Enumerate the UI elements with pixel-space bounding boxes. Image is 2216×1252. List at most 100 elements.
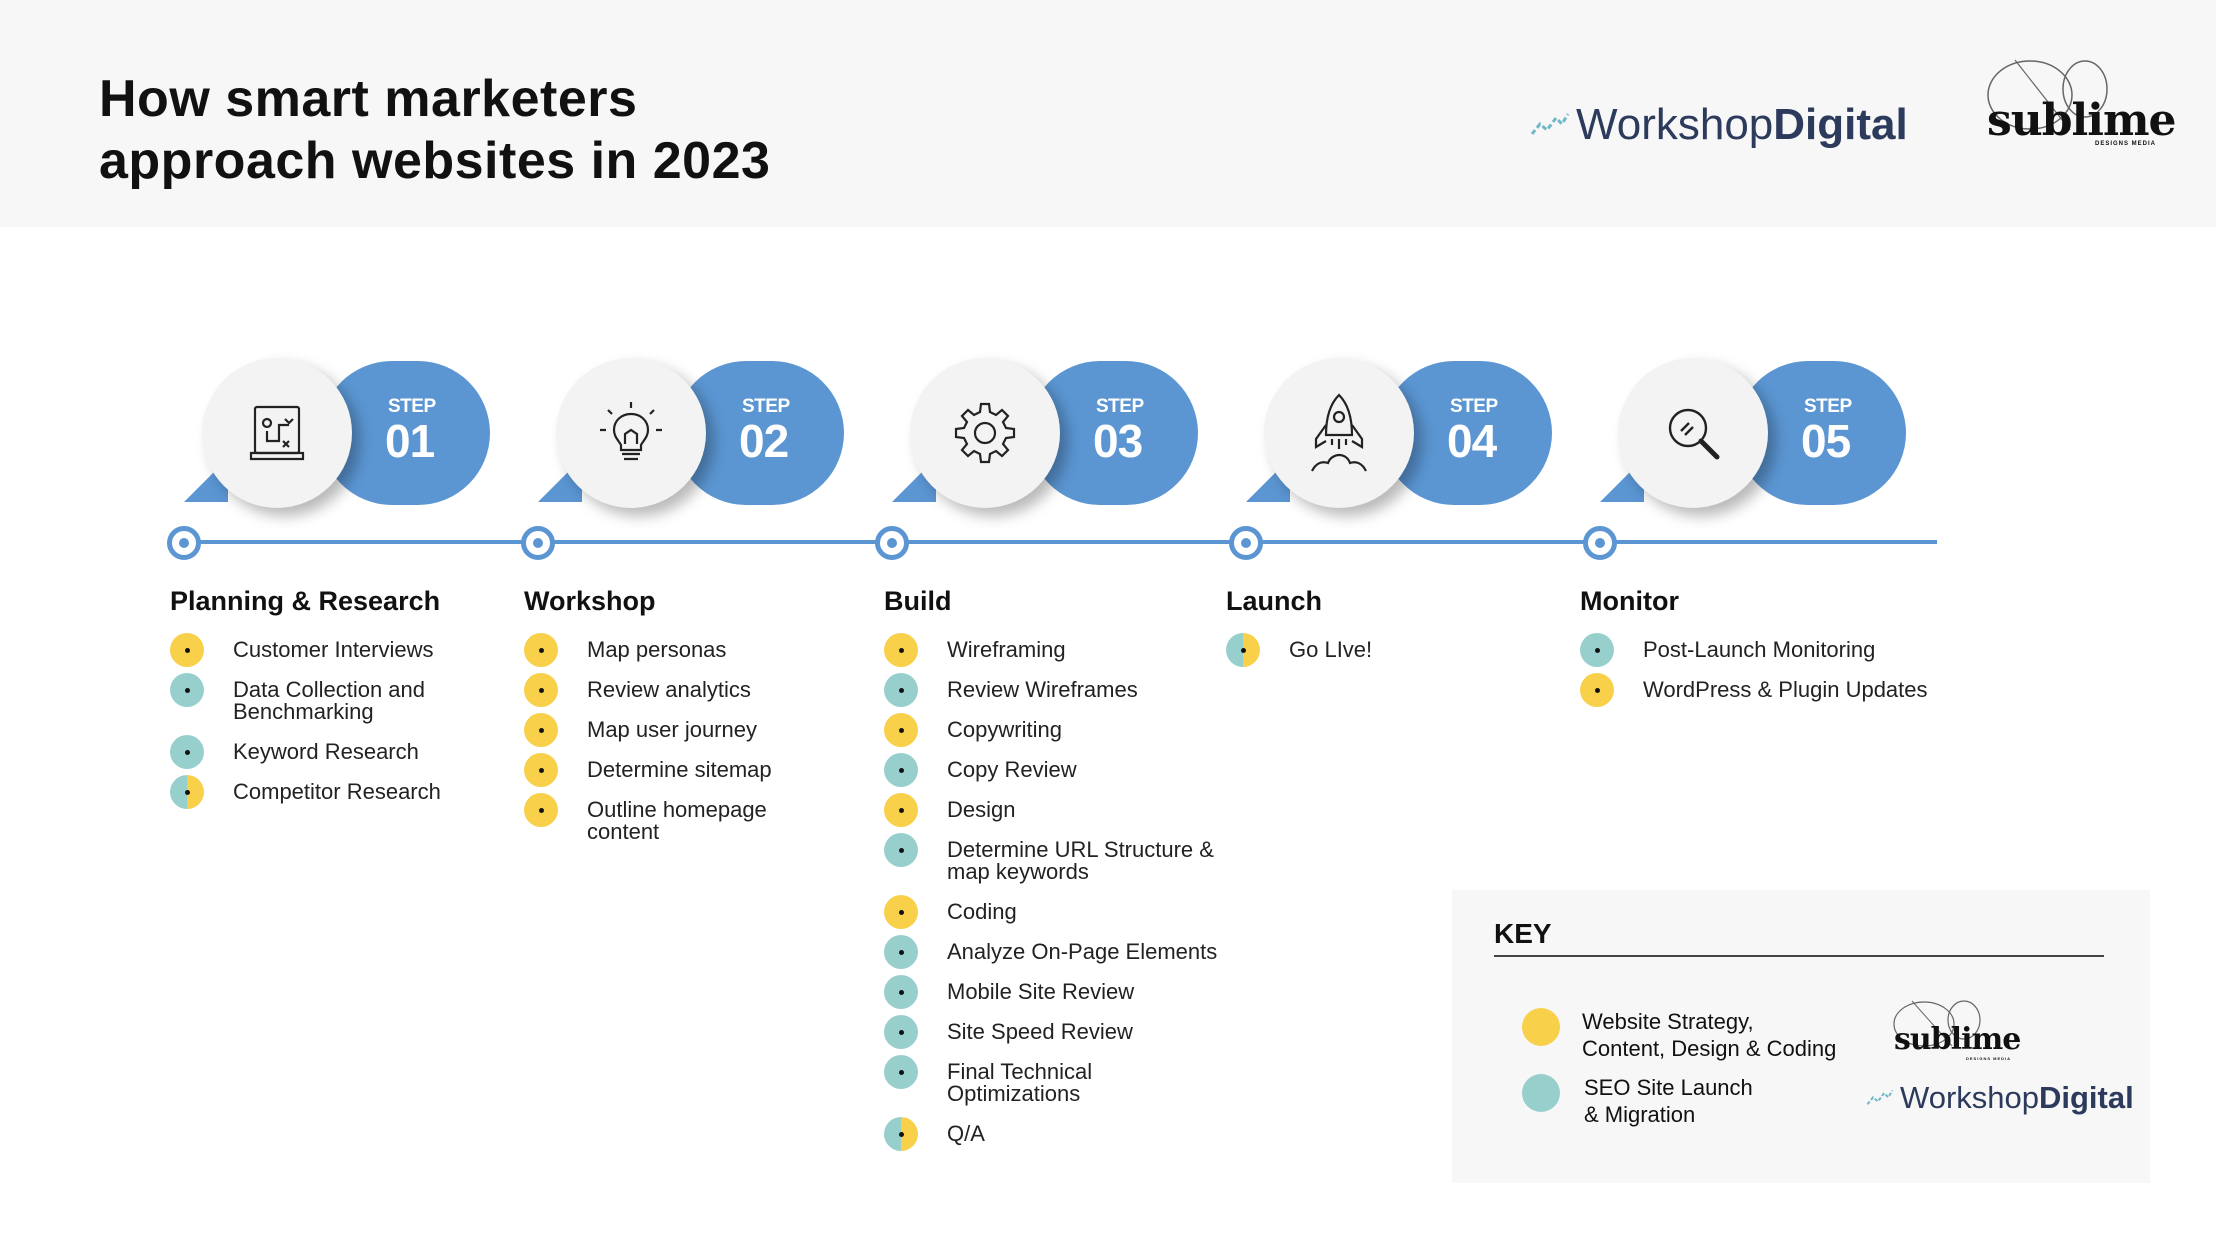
workshop-logo-text-2: Digital	[1773, 100, 1908, 149]
item-text: Q/A	[947, 1121, 985, 1146]
item-text-2: Benchmarking	[233, 699, 374, 724]
column-title: Workshop	[524, 586, 656, 616]
yellow-dot-icon	[884, 793, 918, 827]
timeline-node	[521, 526, 555, 560]
item-text: Coding	[947, 899, 1017, 924]
key-title: KEY	[1494, 918, 1552, 949]
item-text: Copy Review	[947, 757, 1077, 782]
list-item: Determine URL Structure & map keywords	[884, 833, 1217, 884]
item-text: Site Speed Review	[947, 1019, 1133, 1044]
step-05-badge: STEP 05	[1583, 358, 1916, 560]
column-planning-research: Planning & Research Customer Interviews …	[170, 586, 441, 821]
yellow-dot-icon	[1522, 1008, 1560, 1046]
yellow-dot-icon	[884, 895, 918, 929]
item-text: Review analytics	[587, 677, 751, 702]
yellow-dot-icon	[170, 633, 204, 667]
column-workshop: Workshop Map personas Review analytics M…	[524, 586, 772, 861]
list-item: Review Wireframes	[884, 673, 1217, 707]
item-text-2: Optimizations	[947, 1081, 1081, 1106]
column-title: Planning & Research	[170, 586, 441, 616]
key-row-1-line-1: Website Strategy,	[1582, 1009, 1754, 1034]
list-item: Design	[884, 793, 1217, 827]
teal-dot-icon	[170, 673, 204, 707]
list-item: Outline homepage content	[524, 793, 772, 843]
list-item: Copy Review	[884, 753, 1217, 787]
teal-dot-icon	[884, 1015, 918, 1049]
step-number: 04	[1447, 415, 1497, 467]
list-item: Coding	[884, 895, 1217, 929]
lightbulb-icon	[600, 402, 662, 461]
task-list: Post-Launch Monitoring WordPress & Plugi…	[1580, 633, 1928, 707]
sublime-logo-word: sublime	[1987, 95, 2177, 146]
step-number: 02	[739, 415, 789, 467]
column-title: Monitor	[1580, 586, 1679, 616]
teal-dot-icon	[884, 673, 918, 707]
item-text: Determine sitemap	[587, 757, 772, 782]
item-text: Map personas	[587, 637, 727, 662]
step-number: 05	[1801, 415, 1851, 467]
item-text: Post-Launch Monitoring	[1643, 637, 1876, 662]
sublime-logo-tag: DESIGNS MEDIA	[1966, 1056, 2012, 1061]
teal-dot-icon	[884, 1055, 918, 1089]
column-launch: Launch Go LIve!	[1226, 586, 1372, 679]
item-text: Review Wireframes	[947, 677, 1138, 702]
yellow-dot-icon	[524, 793, 558, 827]
yellow-dot-icon	[884, 713, 918, 747]
list-item: Wireframing	[884, 633, 1217, 667]
item-text-2: map keywords	[947, 859, 1089, 884]
sublime-logo-word: sublime	[1894, 1022, 2021, 1057]
teal-dot-icon	[884, 935, 918, 969]
list-item: Final Technical Optimizations	[884, 1055, 1217, 1106]
task-list: Map personas Review analytics Map user j…	[524, 633, 772, 843]
list-item: Map personas	[524, 633, 772, 667]
step-icon-circle	[1264, 358, 1414, 508]
list-item: Map user journey	[524, 713, 772, 747]
list-item: Post-Launch Monitoring	[1580, 633, 1928, 667]
list-item: Customer Interviews	[170, 633, 441, 667]
trend-line-icon	[1530, 113, 1570, 135]
list-item: Review analytics	[524, 673, 772, 707]
step-01-badge: STEP 01	[167, 358, 500, 560]
item-text: Mobile Site Review	[947, 979, 1135, 1004]
workshop-logo-text-1: Workshop	[1576, 100, 1774, 149]
list-item: Copywriting	[884, 713, 1217, 747]
list-item: Data Collection and Benchmarking	[170, 673, 441, 724]
key-row-2-line-1: SEO Site Launch	[1584, 1075, 1753, 1100]
list-item: Site Speed Review	[884, 1015, 1217, 1049]
magnifier-icon	[1668, 408, 1720, 460]
teal-dot-icon	[884, 975, 918, 1009]
step-number: 01	[385, 415, 435, 467]
step-number: 03	[1093, 415, 1143, 467]
timeline-node	[875, 526, 909, 560]
step-icon-circle	[1618, 358, 1768, 508]
list-item: Go LIve!	[1226, 633, 1372, 667]
sublime-logo-tag: DESIGNS MEDIA	[2095, 141, 2157, 147]
step-04-badge: STEP 04	[1229, 358, 1562, 560]
workshop-digital-logo: Workshop Digital	[1530, 100, 1908, 150]
page-title: How smart marketers approach websites in…	[99, 68, 770, 192]
list-item: Competitor Research	[170, 775, 441, 809]
key-divider	[1494, 955, 2104, 957]
step-02-badge: STEP 02	[521, 358, 854, 560]
workshop-logo-text-1: Workshop	[1900, 1080, 2039, 1115]
list-item: Mobile Site Review	[884, 975, 1217, 1009]
list-item: Keyword Research	[170, 735, 441, 769]
list-item: WordPress & Plugin Updates	[1580, 673, 1928, 707]
yellow-dot-icon	[884, 633, 918, 667]
item-text: Wireframing	[947, 637, 1066, 662]
item-text: Copywriting	[947, 717, 1062, 742]
task-list: Go LIve!	[1226, 633, 1372, 667]
step-03-badge: STEP 03	[875, 358, 1208, 560]
teal-dot-icon	[884, 833, 918, 867]
list-item: Analyze On-Page Elements	[884, 935, 1217, 969]
key-row-strategy: Website Strategy, Content, Design & Codi…	[1582, 1008, 1836, 1062]
teal-dot-icon	[1522, 1074, 1560, 1112]
teal-yellow-dot-icon	[884, 1117, 918, 1151]
yellow-dot-icon	[524, 673, 558, 707]
workshop-logo-text-2: Digital	[2039, 1080, 2134, 1115]
yellow-dot-icon	[1580, 673, 1614, 707]
timeline-node	[1229, 526, 1263, 560]
yellow-dot-icon	[524, 753, 558, 787]
list-item: Q/A	[884, 1117, 1217, 1151]
header-band: How smart marketers approach websites in…	[0, 0, 2216, 227]
